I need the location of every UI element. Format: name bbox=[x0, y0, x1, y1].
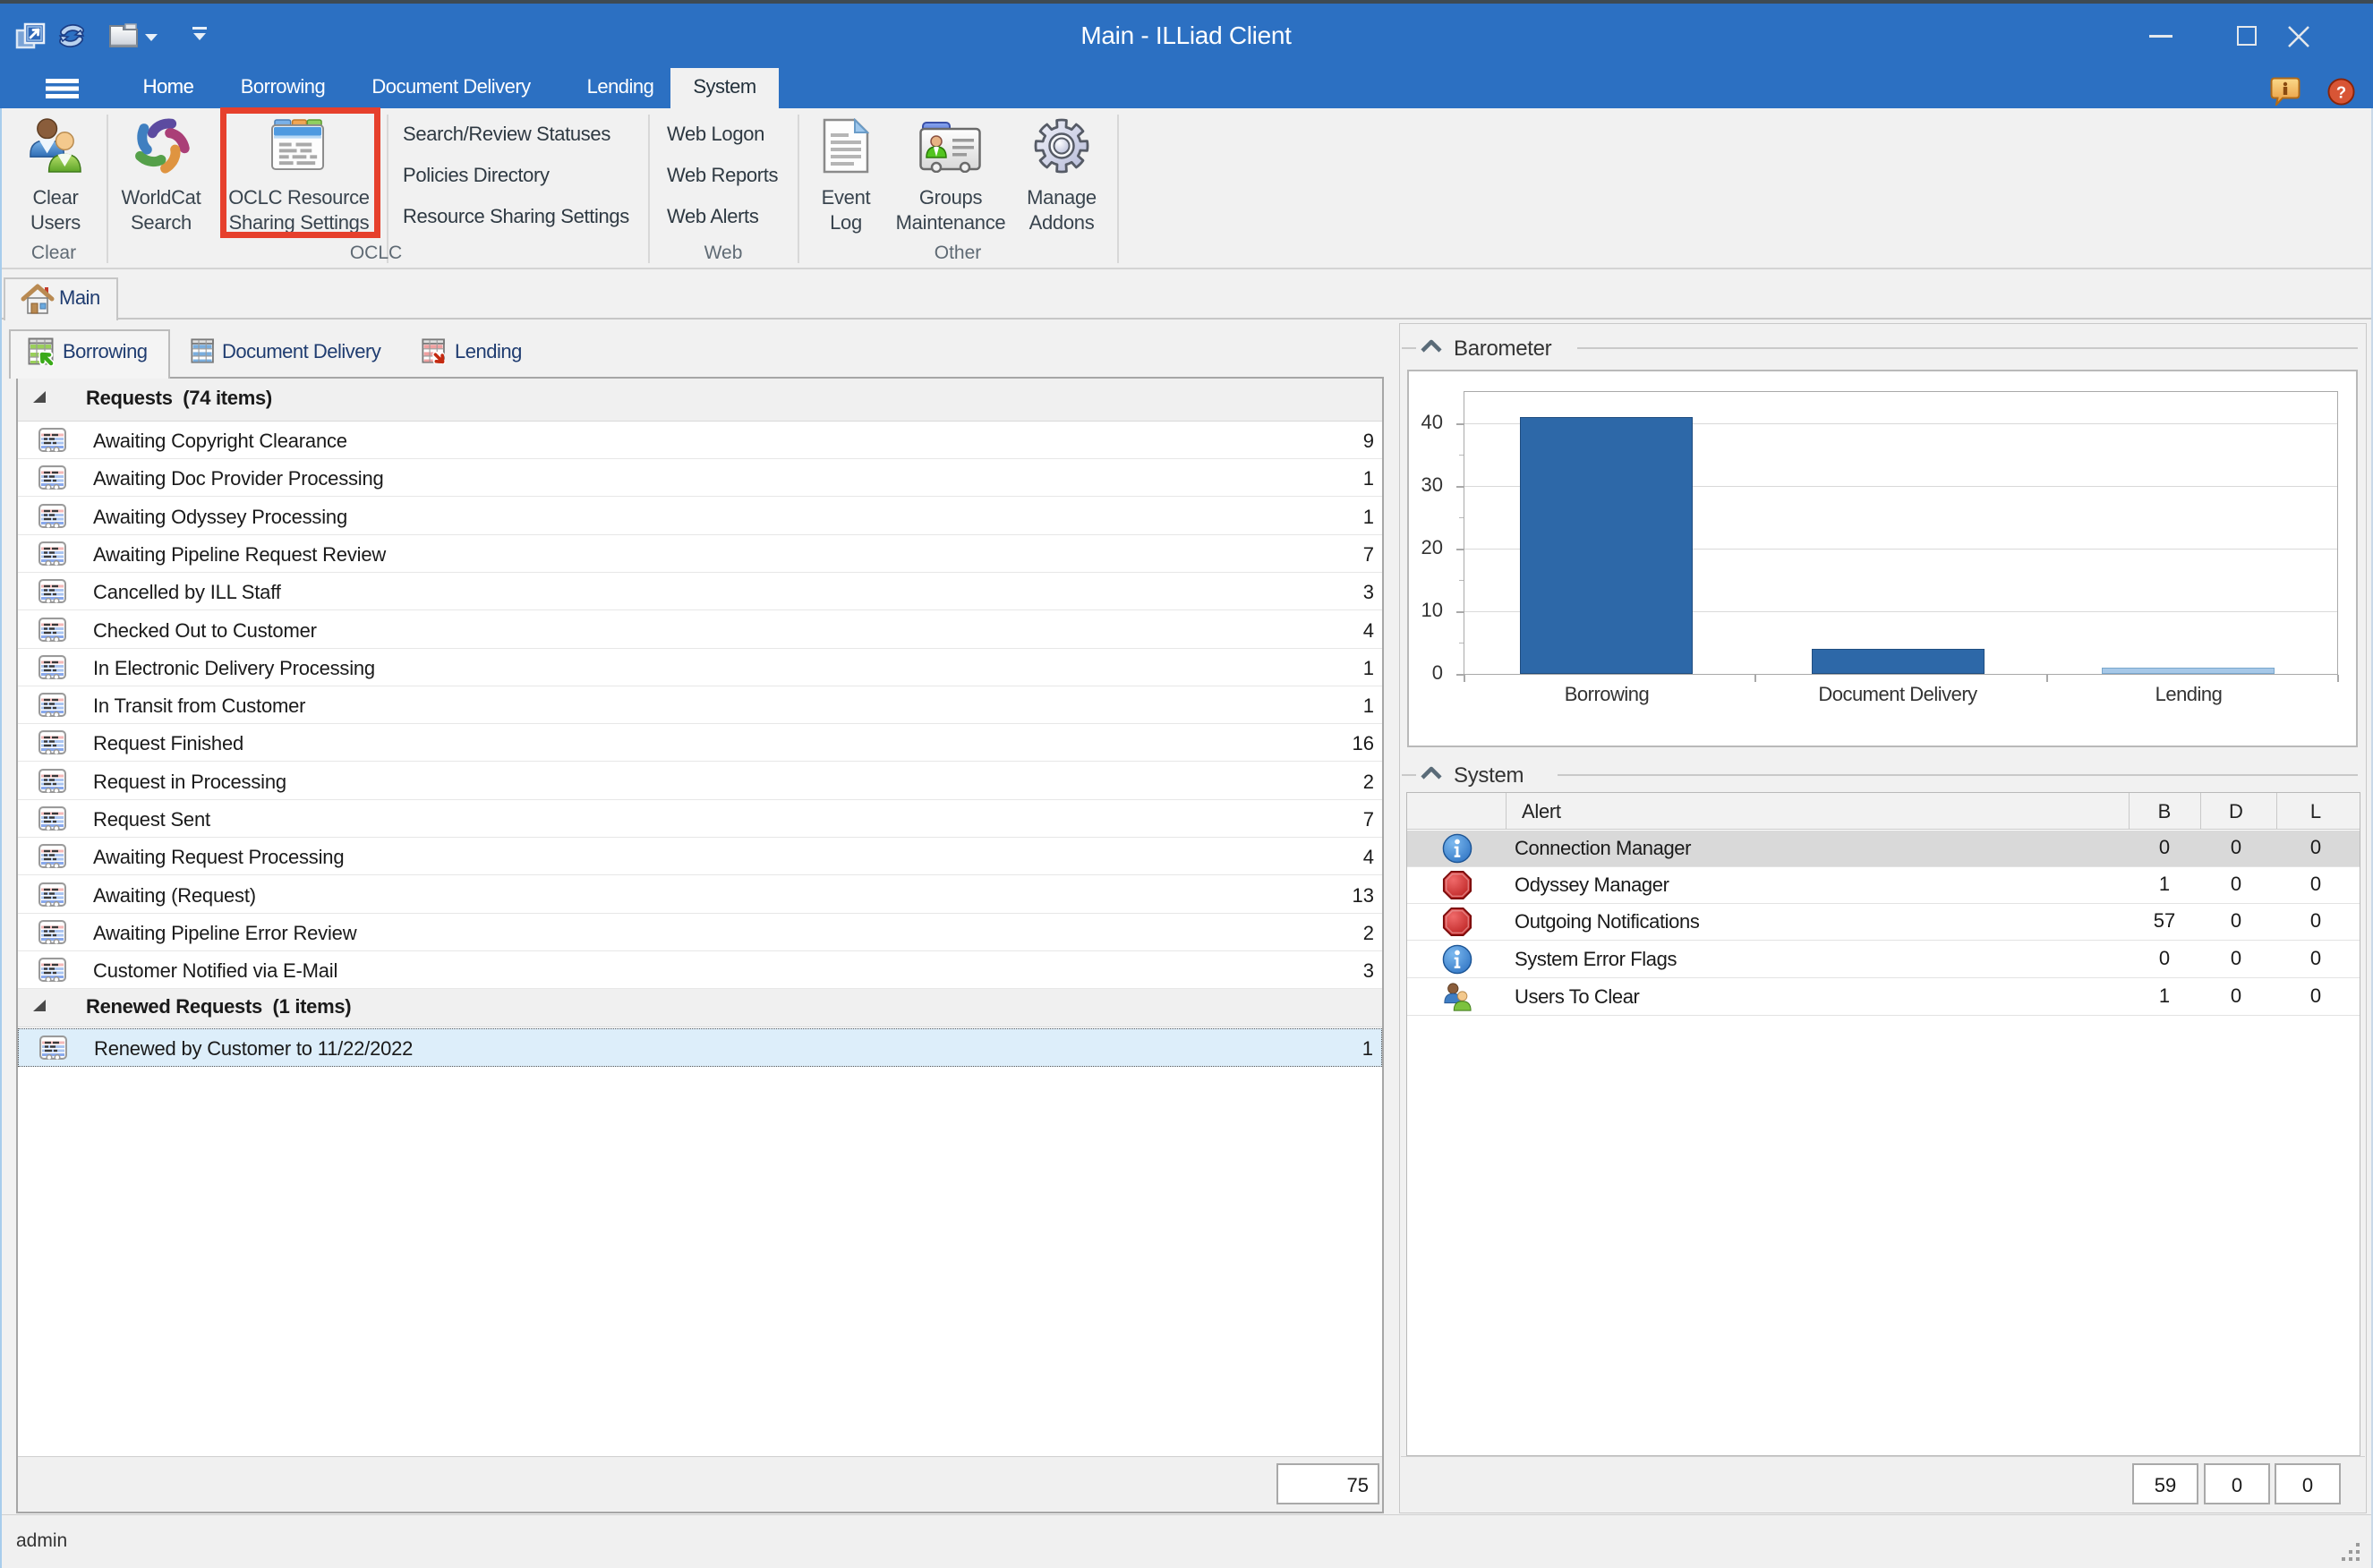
svg-text:?: ? bbox=[2336, 82, 2346, 101]
